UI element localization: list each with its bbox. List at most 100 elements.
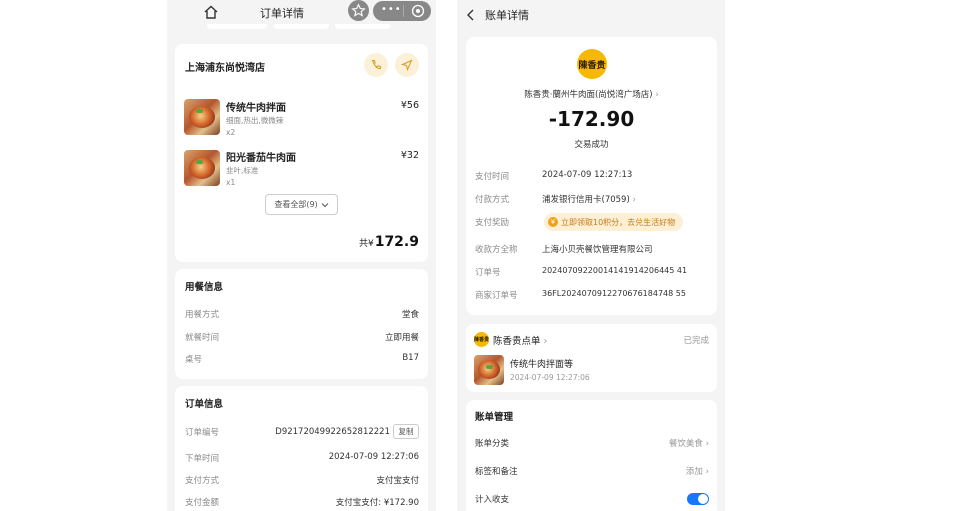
call-store-button[interactable] [364,53,388,77]
row-label: 下单时间 [185,454,220,464]
row-value: 堂食 [401,310,419,320]
merchant-order-card[interactable]: 陳香贵 陈香贵点单 › 已完成 传统牛肉拌面等 2024-07-09 12:27… [466,324,717,392]
row-label: 计入收支 [475,495,510,505]
item-spec: 韭叶,标准 [226,166,259,175]
merchant-logo: 陳香贵 [577,49,607,79]
home-icon[interactable] [203,4,219,20]
bill-category-link[interactable]: 餐饮美食 › [669,437,709,449]
payment-method-link[interactable]: 浦发银行信用卡(7059) › [542,193,636,205]
row-label: 支付金额 [185,498,220,508]
reward-points-button[interactable]: ¥ 立即领取10积分，去兑生活好物 [544,213,684,231]
row-label: 标签和备注 [475,467,518,477]
row-value: 添加 [685,467,703,477]
row-label: 订单号 [475,268,501,278]
item-name: 传统牛肉拌面 [226,103,286,114]
row-value: 餐饮美食 [668,439,703,449]
bill-summary-card: 陳香贵 陈香贵·蘭州牛肉面(尚悦湾广场店) › -172.90 交易成功 支付时… [466,37,717,315]
row-value: 支付宝支付 [376,476,419,486]
chevron-right-icon: › [705,467,709,477]
page-title: 订单详情 [260,7,304,20]
tab-strip-fragment [335,24,390,29]
row-value: 立即用餐 [384,333,419,343]
navigate-button[interactable] [395,53,419,77]
item-image [184,150,220,186]
star-icon [351,3,366,17]
chevron-right-icon: › [543,336,548,347]
page-title: 账单详情 [485,9,529,22]
capsule-menu[interactable]: ••• [373,1,431,21]
store-name: 上海浦东尚悦湾店 [185,63,265,74]
item-qty: x1 [226,178,236,187]
total-amount: 172.9 [374,234,419,250]
item-qty: x2 [226,128,236,137]
bill-management-card: 账单管理 账单分类 餐饮美食 › 标签和备注 添加 › 计入收支 [466,400,717,511]
row-label: 收款方全称 [475,245,518,255]
row-label: 订单编号 [185,428,220,438]
chevron-right-icon: › [632,195,636,205]
section-title: 用餐信息 [185,282,224,293]
chevron-down-icon [321,202,329,207]
phone-icon [371,60,381,70]
row-value: 20240709220014141914206445 41 [542,266,688,275]
points-icon: ¥ [548,217,558,227]
row-value: 36FL2024070912270676184748 55 [542,289,686,298]
order-item-time: 2024-07-09 12:27:06 [510,373,590,382]
item-spec: 细面,热出,微微辣 [226,116,284,125]
row-value: 2024-07-09 12:27:06 [328,452,419,462]
merchant-name: 陈香贵·蘭州牛肉面(尚悦湾广场店) [524,90,653,100]
dining-info-card: 用餐信息 用餐方式 堂食 就餐时间 立即用餐 桌号 B17 [175,269,428,379]
row-value: 2024-07-09 12:27:13 [542,170,633,180]
order-number: D92172049922652812221 [275,427,390,437]
row-value: B17 [402,353,419,363]
row-label: 付款方式 [475,195,510,205]
transaction-status: 交易成功 [574,140,609,150]
divider [403,5,404,17]
tab-strip-fragment [274,24,329,29]
bill-amount: -172.90 [548,107,635,131]
row-label: 支付奖励 [475,218,510,228]
row-label: 账单分类 [475,439,510,449]
row-label: 桌号 [185,355,203,365]
back-arrow-icon[interactable] [465,8,477,22]
section-title: 账单管理 [475,412,514,423]
order-total: 共¥ 172.9 [359,234,419,250]
copy-order-number-button[interactable]: 复制 [393,424,419,439]
row-value: 上海小贝壳餐饮管理有限公司 [542,245,653,255]
row-label: 支付方式 [185,476,220,486]
item-image [184,99,220,135]
row-label: 支付时间 [475,172,510,182]
section-title: 订单信息 [185,399,224,410]
order-item-image [474,355,504,385]
item-name: 阳光番茄牛肉面 [226,153,296,164]
row-label: 用餐方式 [185,310,220,320]
tags-notes-link[interactable]: 添加 › [686,465,709,477]
item-price: ¥56 [400,100,419,111]
tab-strip-fragment [207,24,267,29]
total-prefix: 共¥ [358,239,374,249]
row-value: 浦发银行信用卡(7059) [542,195,630,205]
row-label: 就餐时间 [185,333,220,343]
view-all-label: 查看全部(9) [274,200,318,209]
order-card-title: 陈香贵点单 [493,336,541,347]
bill-detail-screen: 账单详情 陳香贵 陈香贵·蘭州牛肉面(尚悦湾广场店) › -172.90 交易成… [457,0,725,511]
order-detail-screen: 订单详情 ••• 上海浦东尚悦湾店 传统牛肉拌面 细面,热出,微微辣 x2 ¥5… [167,0,436,511]
order-card-title-link[interactable]: 陈香贵点单 › [493,333,547,347]
order-item-name: 传统牛肉拌面等 [510,360,574,370]
more-icon[interactable]: ••• [381,4,402,15]
merchant-name-link[interactable]: 陈香贵·蘭州牛肉面(尚悦湾广场店) › [466,88,717,100]
reward-text: 立即领取10积分，去兑生活好物 [561,217,676,227]
order-info-card: 订单信息 订单编号 D92172049922652812221 复制 下单时间 … [175,386,428,511]
view-all-items-button[interactable]: 查看全部(9) [265,194,338,215]
close-target-icon[interactable] [411,4,425,18]
favorite-button[interactable] [348,0,369,21]
order-detail-header: 订单详情 ••• [167,0,436,24]
navigation-arrow-icon [401,59,413,71]
include-in-budget-toggle[interactable] [687,493,709,505]
item-price: ¥32 [400,150,419,161]
store-order-card: 上海浦东尚悦湾店 传统牛肉拌面 细面,热出,微微辣 x2 ¥56 阳光番茄牛肉面… [175,44,428,262]
order-status: 已完成 [683,336,709,346]
row-label: 商家订单号 [475,291,518,301]
merchant-logo-small: 陳香贵 [474,332,489,347]
row-value: 支付宝支付: ¥172.90 [335,498,419,508]
chevron-right-icon: › [705,439,709,449]
